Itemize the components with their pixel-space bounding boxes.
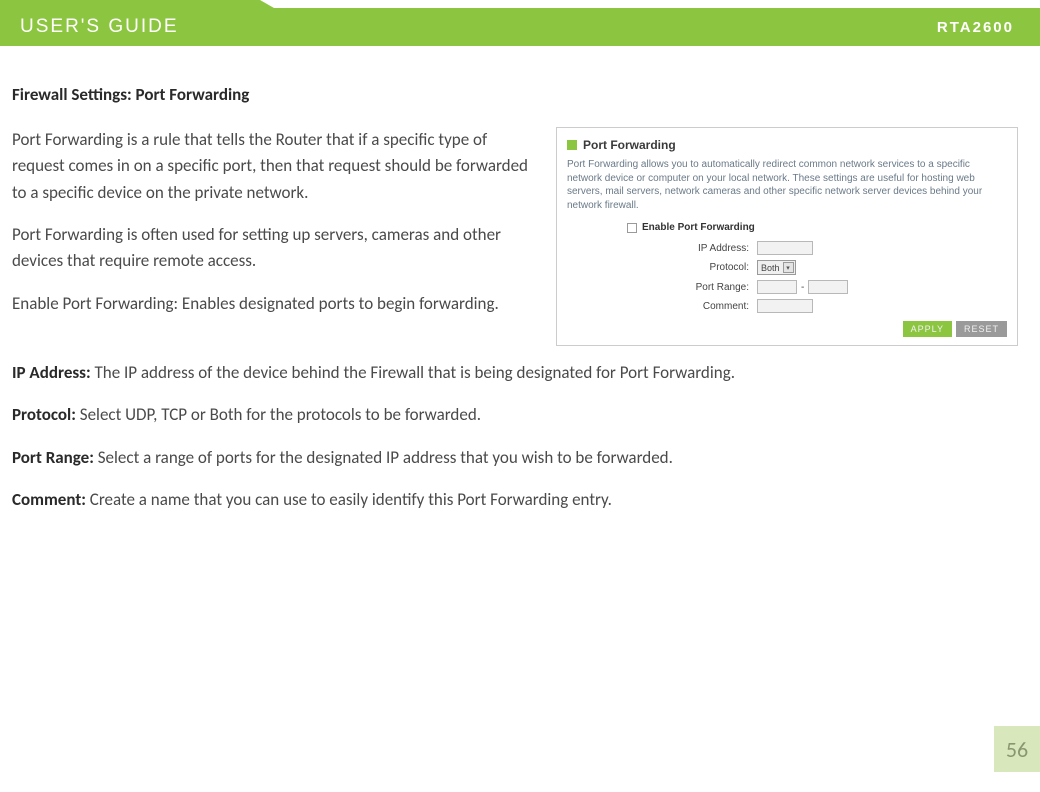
figure-description: Port Forwarding allows you to automatica… bbox=[567, 158, 1007, 212]
square-icon bbox=[567, 140, 577, 150]
header-title: USER'S GUIDE bbox=[20, 16, 179, 38]
port-range-term: Port Range: bbox=[12, 447, 94, 468]
paragraph-ip-address: IP Address: The IP address of the device… bbox=[12, 360, 1018, 386]
header-notch bbox=[260, 0, 274, 8]
port-range-start-input[interactable] bbox=[757, 280, 797, 294]
protocol-definition: Select UDP, TCP or Both for the protocol… bbox=[76, 404, 481, 425]
enable-checkbox[interactable] bbox=[627, 223, 637, 233]
page-content: Firewall Settings: Port Forwarding Port … bbox=[0, 62, 1040, 529]
range-dash: - bbox=[797, 282, 808, 293]
ip-address-term: IP Address: bbox=[12, 362, 91, 383]
ip-address-row: IP Address: bbox=[627, 241, 1007, 255]
comment-label: Comment: bbox=[627, 301, 757, 312]
header-model: RTA2600 bbox=[937, 19, 1014, 36]
ip-address-definition: The IP address of the device behind the … bbox=[91, 362, 735, 383]
comment-term: Comment: bbox=[12, 489, 86, 510]
reset-button[interactable]: RESET bbox=[956, 321, 1007, 337]
protocol-select[interactable]: Both ▾ bbox=[757, 260, 796, 275]
paragraph-port-range: Port Range: Select a range of ports for … bbox=[12, 445, 1018, 471]
apply-button[interactable]: APPLY bbox=[903, 321, 952, 337]
page-header: USER'S GUIDE RTA2600 bbox=[0, 0, 1040, 62]
enable-label: Enable Port Forwarding bbox=[642, 222, 755, 233]
ip-address-label: IP Address: bbox=[627, 243, 757, 254]
comment-input[interactable] bbox=[757, 299, 813, 313]
section-title: Firewall Settings: Port Forwarding bbox=[12, 84, 1018, 105]
port-range-end-input[interactable] bbox=[808, 280, 848, 294]
paragraph-comment: Comment: Create a name that you can use … bbox=[12, 487, 1018, 513]
paragraph-protocol: Protocol: Select UDP, TCP or Both for th… bbox=[12, 402, 1018, 428]
comment-definition: Create a name that you can use to easily… bbox=[86, 489, 612, 510]
enable-port-forwarding-row: Enable Port Forwarding bbox=[627, 222, 1007, 233]
figure-form: Enable Port Forwarding IP Address: Proto… bbox=[567, 222, 1007, 313]
protocol-value: Both bbox=[761, 263, 780, 273]
figure-title: Port Forwarding bbox=[583, 138, 676, 152]
figure-title-row: Port Forwarding bbox=[567, 138, 1007, 152]
port-range-label: Port Range: bbox=[627, 282, 757, 293]
port-range-row: Port Range: - bbox=[627, 280, 1007, 294]
header-main: USER'S GUIDE RTA2600 bbox=[0, 8, 1040, 46]
protocol-row: Protocol: Both ▾ bbox=[627, 260, 1007, 275]
page-number: 56 bbox=[994, 726, 1040, 772]
body-wrap: Port Forwarding Port Forwarding allows y… bbox=[12, 127, 1018, 529]
ip-address-input[interactable] bbox=[757, 241, 813, 255]
chevron-down-icon: ▾ bbox=[783, 262, 794, 273]
comment-row: Comment: bbox=[627, 299, 1007, 313]
figure-port-forwarding: Port Forwarding Port Forwarding allows y… bbox=[556, 127, 1018, 346]
protocol-label: Protocol: bbox=[627, 262, 757, 273]
figure-buttons: APPLY RESET bbox=[567, 321, 1007, 337]
port-range-definition: Select a range of ports for the designat… bbox=[94, 447, 673, 468]
header-accent-bar bbox=[0, 0, 260, 8]
protocol-term: Protocol: bbox=[12, 404, 76, 425]
